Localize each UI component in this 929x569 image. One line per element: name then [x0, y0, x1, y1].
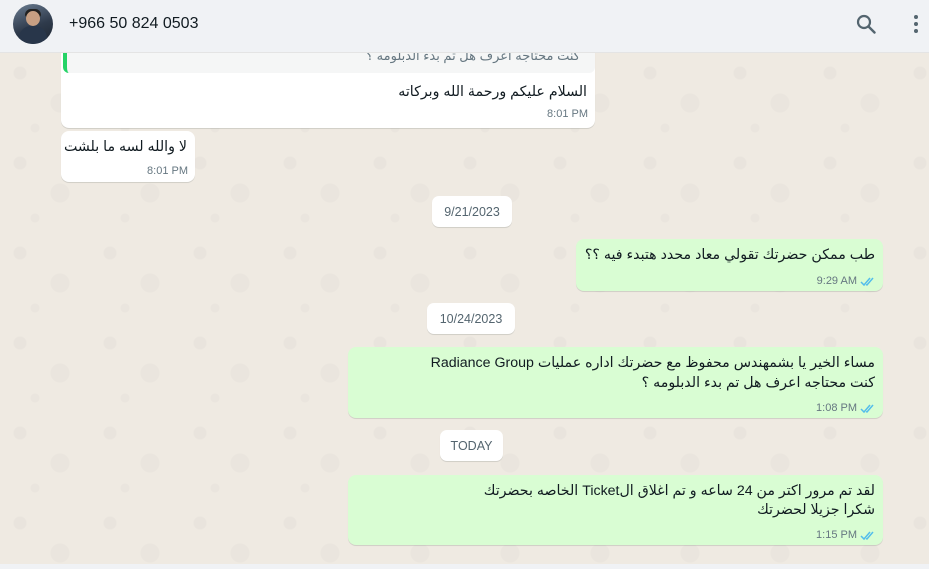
message-time: 8:01 PM	[547, 108, 588, 120]
contact-name[interactable]: +966 50 824 0503	[69, 15, 198, 33]
message-text-line1: لقد تم مرور اكتر من 24 ساعه و تم اغلاق ا…	[483, 483, 875, 499]
message-bubble-incoming[interactable]: لا والله لسه ما بلشت 8:01 PM	[61, 131, 195, 182]
message-bubble-outgoing[interactable]: مساء الخير يا بشمهندس محفوظ مع حضرتك ادا…	[348, 347, 883, 418]
avatar-body	[19, 26, 47, 44]
date-divider: TODAY	[440, 430, 503, 461]
composer-edge	[0, 564, 929, 569]
message-bubble-outgoing[interactable]: لقد تم مرور اكتر من 24 ساعه و تم اغلاق ا…	[348, 475, 883, 545]
quoted-message-text: كنت محتاجه اعرف هل تم بدء الدبلومه ؟	[366, 53, 580, 63]
more-vertical-icon[interactable]	[904, 12, 928, 36]
date-label: 10/24/2023	[439, 311, 503, 326]
date-label: TODAY	[450, 438, 493, 453]
message-time: 8:01 PM	[147, 165, 188, 177]
message-time: 1:15 PM	[816, 529, 857, 541]
date-label: 9/21/2023	[444, 204, 500, 219]
message-text: طب ممكن حضرتك تقولي معاد محدد هتبدء فيه …	[584, 247, 875, 263]
date-divider: 9/21/2023	[432, 196, 512, 227]
message-time: 9:29 AM	[816, 275, 857, 287]
quoted-message[interactable]: كنت محتاجه اعرف هل تم بدء الدبلومه ؟	[63, 53, 595, 73]
chat-area[interactable]: كنت محتاجه اعرف هل تم بدء الدبلومه ؟ الس…	[0, 53, 929, 569]
avatar-face	[26, 11, 40, 26]
message-text: السلام عليكم ورحمة الله وبركاته	[398, 84, 587, 100]
contact-avatar[interactable]	[13, 4, 53, 44]
message-text-line2: كنت محتاجه اعرف هل تم بدء الدبلومه ؟	[641, 375, 875, 391]
message-text: لا والله لسه ما بلشت	[63, 139, 187, 155]
chat-header: +966 50 824 0503	[0, 0, 929, 53]
message-text-line2: شكرا جزيلا لحضرتك	[757, 502, 875, 518]
double-check-read-icon	[860, 531, 874, 541]
double-check-read-icon	[860, 277, 874, 287]
search-icon[interactable]	[854, 12, 878, 36]
message-bubble-outgoing[interactable]: طب ممكن حضرتك تقولي معاد محدد هتبدء فيه …	[576, 239, 883, 291]
date-divider: 10/24/2023	[427, 303, 515, 334]
message-time: 1:08 PM	[816, 402, 857, 414]
message-text-line1: مساء الخير يا بشمهندس محفوظ مع حضرتك ادا…	[430, 355, 875, 371]
message-bubble-incoming[interactable]: كنت محتاجه اعرف هل تم بدء الدبلومه ؟ الس…	[61, 53, 595, 128]
double-check-read-icon	[860, 404, 874, 414]
